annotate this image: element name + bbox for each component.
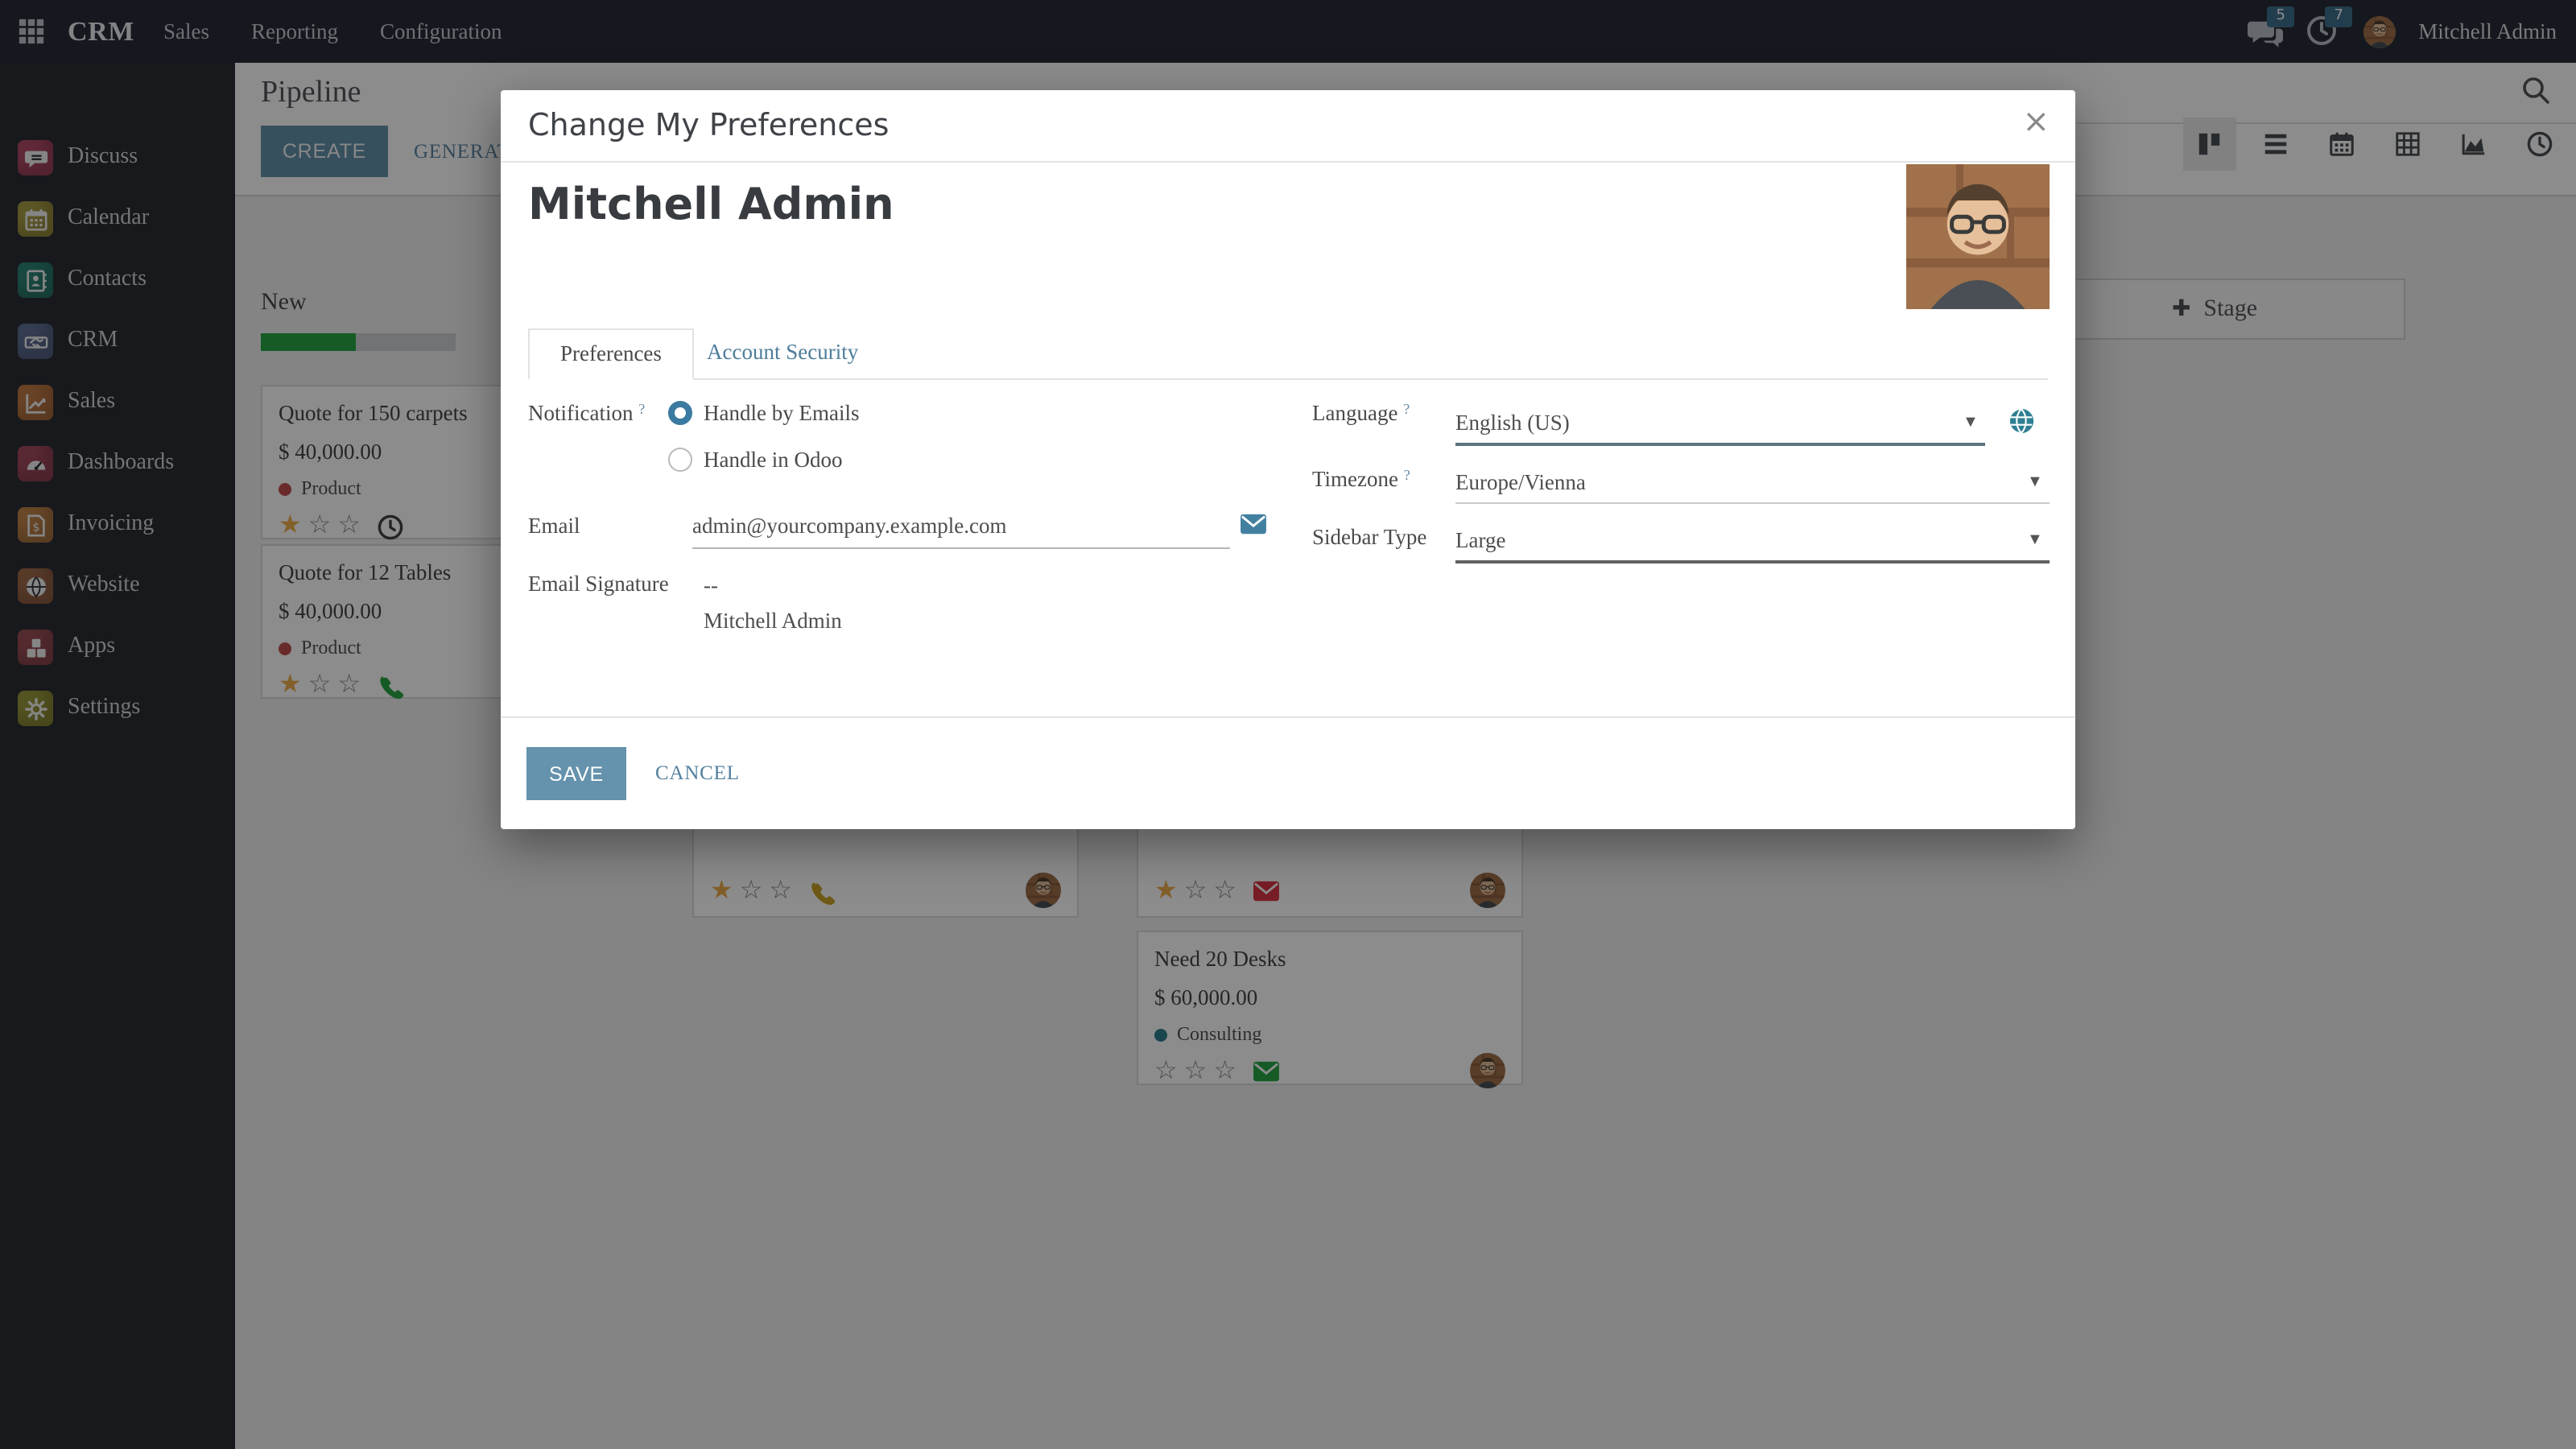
close-icon[interactable]: × bbox=[2022, 105, 2050, 137]
sidebar-type-underline bbox=[1455, 560, 2050, 563]
language-label: Language ? bbox=[1312, 401, 1410, 427]
radio-handle-by-emails[interactable] bbox=[668, 401, 692, 425]
help-icon[interactable]: ? bbox=[1404, 467, 1410, 483]
email-underline bbox=[692, 547, 1230, 549]
cancel-button[interactable]: CANCEL bbox=[655, 747, 740, 800]
email-envelope-icon[interactable] bbox=[1240, 512, 1267, 536]
radio-handle-by-emails-label[interactable]: Handle by Emails bbox=[704, 401, 859, 427]
user-name-heading: Mitchell Admin bbox=[528, 180, 894, 230]
language-select[interactable]: English (US) bbox=[1455, 411, 1570, 436]
email-input[interactable]: admin@yourcompany.example.com bbox=[692, 514, 1007, 539]
help-icon[interactable]: ? bbox=[1403, 401, 1410, 417]
timezone-underline bbox=[1455, 502, 2050, 504]
tab-account-security[interactable]: Account Security bbox=[676, 327, 889, 378]
modal-title: Change My Preferences bbox=[528, 108, 889, 143]
save-button[interactable]: SAVE bbox=[526, 747, 626, 800]
modal-header: Change My Preferences × bbox=[501, 90, 2075, 163]
modal-footer: SAVE CANCEL bbox=[501, 716, 2075, 829]
language-underline bbox=[1455, 443, 1985, 445]
screen: CRM Sales Reporting Configuration 5 7 Mi… bbox=[0, 0, 2576, 1449]
timezone-label: Timezone ? bbox=[1312, 467, 1410, 493]
language-caret-icon[interactable]: ▼ bbox=[1963, 414, 1979, 431]
sidebar-type-caret-icon[interactable]: ▼ bbox=[2027, 531, 2043, 549]
signature-line1[interactable]: -- bbox=[704, 573, 718, 599]
tab-preferences[interactable]: Preferences bbox=[528, 328, 694, 380]
radio-handle-in-odoo[interactable] bbox=[668, 448, 692, 472]
language-globe-icon[interactable] bbox=[2008, 407, 2035, 435]
timezone-caret-icon[interactable]: ▼ bbox=[2027, 473, 2043, 491]
email-label: Email bbox=[528, 514, 580, 539]
sidebar-type-select[interactable]: Large bbox=[1455, 528, 1505, 554]
modal-tabs: Preferences Account Security bbox=[528, 327, 2048, 380]
timezone-select[interactable]: Europe/Vienna bbox=[1455, 470, 1586, 496]
signature-line2[interactable]: Mitchell Admin bbox=[704, 609, 842, 634]
sidebar-type-label: Sidebar Type bbox=[1312, 525, 1426, 551]
email-signature-label: Email Signature bbox=[528, 572, 669, 597]
profile-photo[interactable] bbox=[1906, 164, 2050, 309]
notification-label: Notification ? bbox=[528, 401, 645, 427]
preferences-modal: Change My Preferences × Mitchell Admin P… bbox=[501, 90, 2075, 829]
help-icon[interactable]: ? bbox=[638, 401, 645, 417]
radio-handle-in-odoo-label[interactable]: Handle in Odoo bbox=[704, 448, 842, 473]
